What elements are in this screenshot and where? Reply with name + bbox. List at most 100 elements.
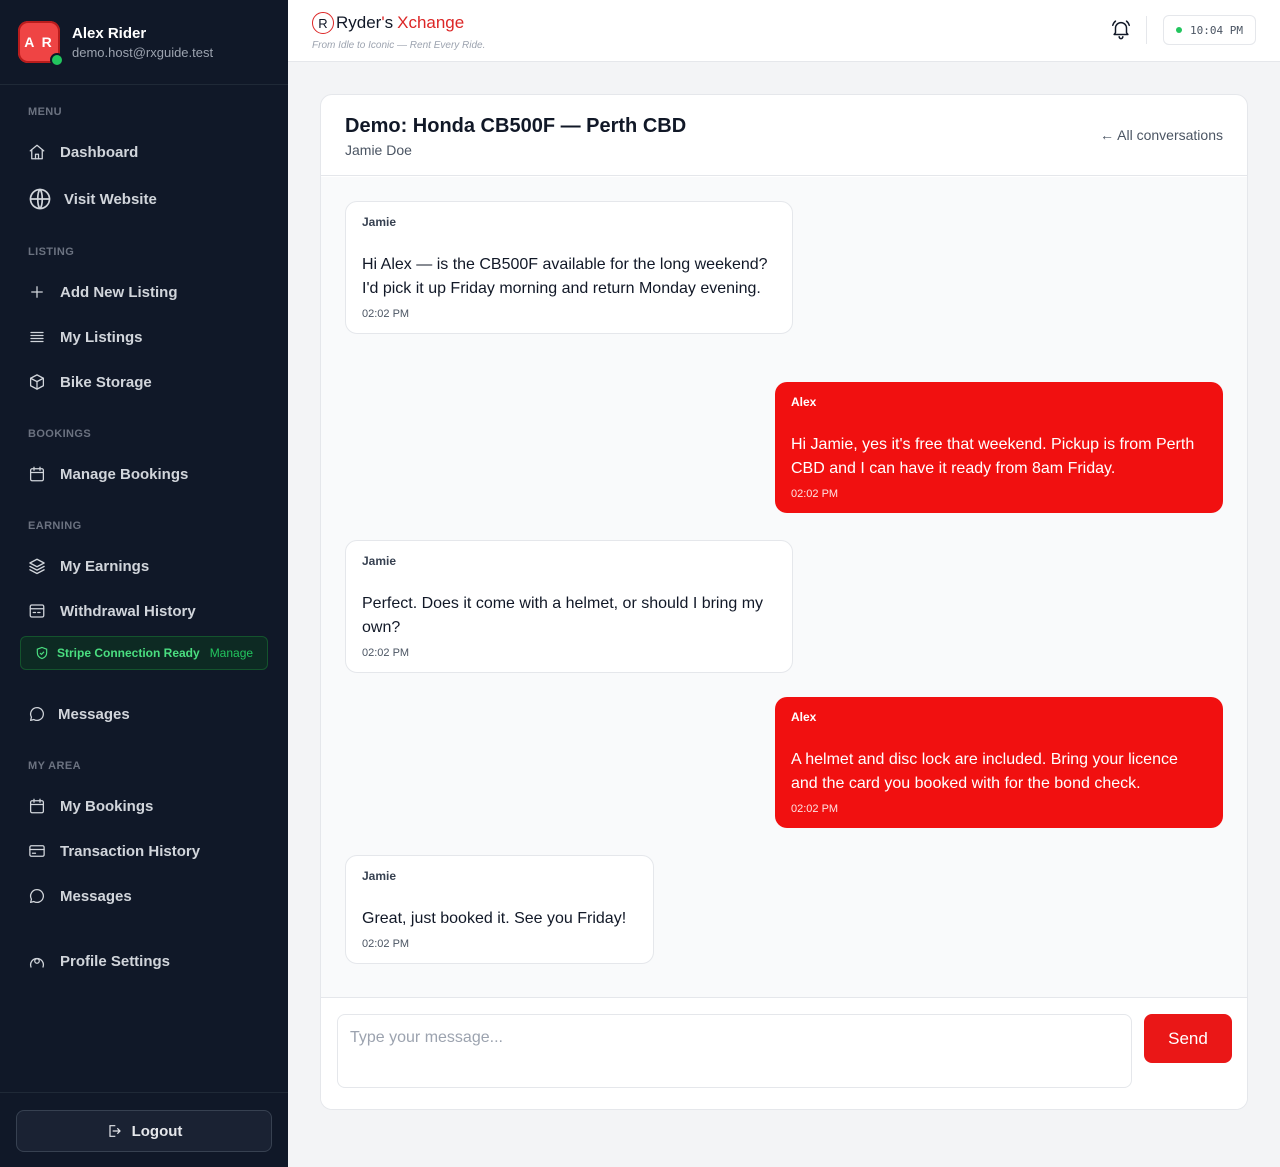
- message-text: Perfect. Does it come with a helmet, or …: [362, 595, 764, 636]
- message-sender: Jamie: [362, 869, 397, 883]
- message-time: 02:02 PM: [791, 488, 839, 500]
- brand-logo[interactable]: R Ryder ' s Xchange: [312, 12, 464, 34]
- sidebar-item-label: Messages: [58, 705, 130, 723]
- sidebar-item-profile-settings[interactable]: Profile Settings: [28, 952, 170, 970]
- all-conversations-link[interactable]: ← All conversations: [1100, 127, 1223, 143]
- globe-icon: [29, 188, 51, 210]
- header-divider: [1146, 16, 1147, 44]
- logout-icon: [108, 1125, 121, 1137]
- message-bubble: Jamie Hi Alex — is the CB500F available …: [345, 201, 793, 334]
- send-button[interactable]: Send: [1144, 1014, 1232, 1063]
- section-label-my-area: MY AREA: [28, 760, 81, 772]
- section-label-bookings: BOOKINGS: [28, 428, 92, 440]
- logout-section: Logout: [0, 1092, 288, 1167]
- credit-card-icon: [29, 845, 45, 857]
- chat-icon: [29, 888, 44, 904]
- section-label-earning: EARNING: [28, 520, 82, 532]
- calendar-icon: [29, 798, 45, 814]
- clock-time: 10:04 PM: [1190, 23, 1243, 37]
- sidebar-item-my-earnings[interactable]: My Earnings: [28, 557, 149, 575]
- sidebar-item-add-listing[interactable]: Add New Listing: [28, 283, 178, 301]
- clock-status-dot: [1176, 27, 1182, 33]
- top-header: R Ryder ' s Xchange From Idle to Iconic — …: [288, 0, 1280, 62]
- conversation-participant: Jamie Doe: [345, 142, 412, 158]
- section-label-menu: MENU: [28, 106, 62, 118]
- avatar[interactable]: A R: [18, 21, 64, 67]
- bell-icon: [1112, 20, 1130, 40]
- logout-button[interactable]: Logout: [16, 1110, 272, 1152]
- notifications-button[interactable]: [1110, 18, 1132, 40]
- brand-s: s: [384, 13, 394, 32]
- sidebar-item-my-bookings[interactable]: My Bookings: [28, 797, 153, 815]
- message-text: Hi Jamie, yes it's free that weekend. Pi…: [791, 436, 1195, 477]
- sidebar-item-messages-area[interactable]: Messages: [28, 887, 132, 905]
- sidebar: A R Alex Rider demo.host@rxguide.test ME…: [0, 0, 288, 1167]
- stripe-status-text: Stripe Connection Ready: [57, 646, 200, 660]
- list-icon: [30, 331, 44, 343]
- sidebar-item-label: My Earnings: [60, 557, 150, 575]
- sidebar-item-label: Visit Website: [64, 190, 157, 208]
- avatar-initials: A R: [24, 34, 54, 50]
- sidebar-item-label: Manage Bookings: [60, 465, 189, 483]
- sidebar-item-label: My Bookings: [60, 797, 154, 815]
- brand-mark: R: [312, 12, 334, 34]
- online-status-indicator: [50, 53, 64, 67]
- sidebar-item-label: Withdrawal History: [60, 602, 196, 620]
- message-sender: Alex: [791, 710, 817, 724]
- clock-badge: 10:04 PM: [1163, 15, 1256, 45]
- conversation-card: Demo: Honda CB500F — Perth CBD Jamie Doe…: [320, 94, 1248, 1110]
- message-time: 02:02 PM: [362, 647, 410, 659]
- message-bubble: Alex A helmet and disc lock are included…: [775, 697, 1223, 828]
- stripe-status-badge: Stripe Connection Ready Manage: [20, 636, 268, 670]
- message-text: Hi Alex — is the CB500F available for th…: [362, 256, 768, 297]
- message-sender: Jamie: [362, 215, 397, 229]
- sidebar-item-withdrawal-history[interactable]: Withdrawal History: [28, 602, 196, 620]
- sidebar-item-messages-host[interactable]: Messages: [28, 705, 130, 723]
- sidebar-item-label: Transaction History: [60, 842, 201, 860]
- conversation-title: Demo: Honda CB500F — Perth CBD: [345, 115, 687, 137]
- sidebar-item-manage-bookings[interactable]: Manage Bookings: [28, 465, 188, 483]
- user-profile: A R Alex Rider demo.host@rxguide.test: [0, 0, 288, 85]
- wallet-icon: [29, 604, 45, 618]
- user-email: demo.host@rxguide.test: [72, 44, 214, 60]
- message-sender: Alex: [791, 395, 817, 409]
- plus-icon: [31, 286, 43, 298]
- stripe-manage-link[interactable]: Manage: [210, 646, 253, 660]
- sidebar-item-visit-website[interactable]: Visit Website: [28, 187, 157, 211]
- message-thread[interactable]: Jamie Hi Alex — is the CB500F available …: [321, 177, 1247, 997]
- shield-check-icon: [36, 646, 48, 660]
- sidebar-item-label: My Listings: [60, 328, 143, 346]
- message-bubble: Jamie Perfect. Does it come with a helme…: [345, 540, 793, 673]
- sidebar-item-label: Bike Storage: [60, 373, 152, 391]
- message-sender: Jamie: [362, 554, 397, 568]
- chat-icon: [29, 706, 44, 722]
- brand-tagline: From Idle to Iconic — Rent Every Ride.: [312, 40, 486, 51]
- conversation-header: Demo: Honda CB500F — Perth CBD Jamie Doe…: [321, 95, 1247, 176]
- message-composer: Send: [321, 997, 1247, 1109]
- layers-icon: [29, 558, 45, 575]
- sidebar-item-bike-storage[interactable]: Bike Storage: [28, 373, 152, 391]
- sidebar-item-dashboard[interactable]: Dashboard: [28, 143, 138, 161]
- sidebar-item-label: Messages: [60, 887, 132, 905]
- message-bubble: Jamie Great, just booked it. See you Fri…: [345, 855, 654, 964]
- box-icon: [29, 374, 45, 390]
- calendar-icon: [29, 466, 45, 482]
- sidebar-item-label: Profile Settings: [60, 952, 171, 970]
- message-text: A helmet and disc lock are included. Bri…: [791, 751, 1178, 792]
- sidebar-item-transaction-history[interactable]: Transaction History: [28, 842, 200, 860]
- sidebar-item-my-listings[interactable]: My Listings: [28, 328, 143, 346]
- user-circle-icon: [29, 957, 45, 968]
- message-text: Great, just booked it. See you Friday!: [362, 910, 627, 927]
- message-input[interactable]: [337, 1014, 1132, 1088]
- message-bubble: Alex Hi Jamie, yes it's free that weeken…: [775, 382, 1223, 513]
- brand-name: Ryder: [336, 13, 382, 32]
- home-icon: [29, 144, 45, 160]
- sidebar-item-label: Add New Listing: [60, 283, 178, 301]
- logout-label: Logout: [131, 1122, 183, 1140]
- message-time: 02:02 PM: [362, 938, 410, 950]
- message-time: 02:02 PM: [791, 803, 839, 815]
- section-label-listing: LISTING: [28, 246, 75, 258]
- message-time: 02:02 PM: [362, 308, 410, 320]
- brand-accent: Xchange: [397, 13, 465, 32]
- sidebar-item-label: Dashboard: [60, 143, 139, 161]
